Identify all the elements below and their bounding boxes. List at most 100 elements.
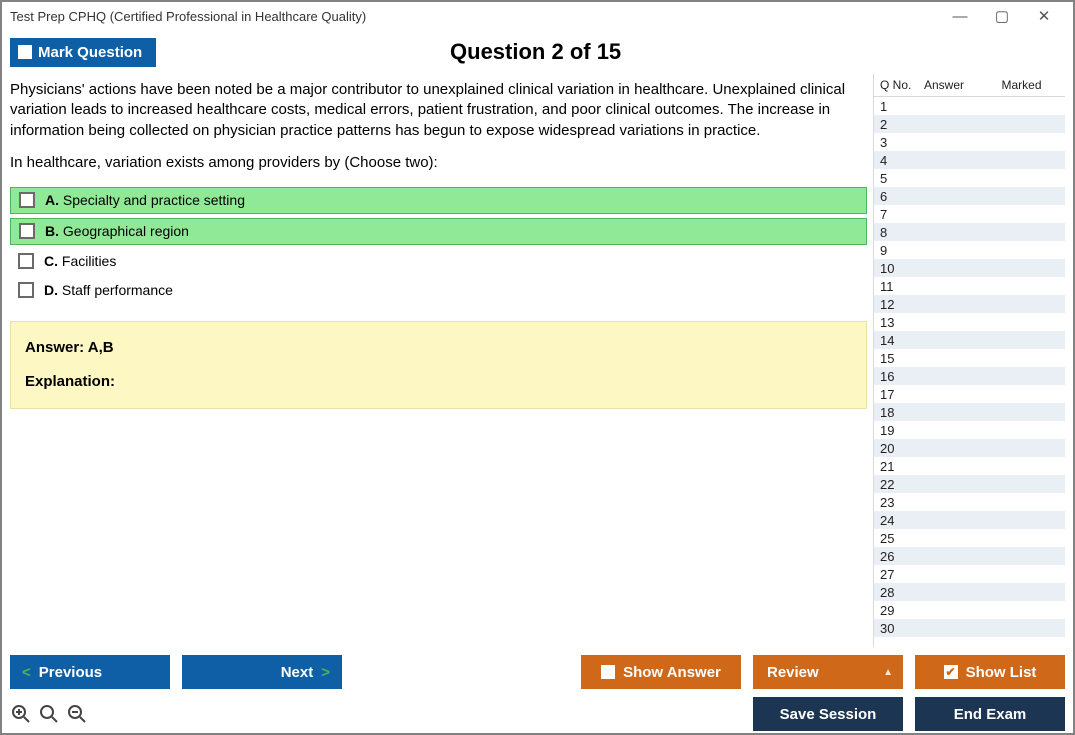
answer-option-label: A. Specialty and practice setting [45, 191, 245, 210]
question-list-row[interactable]: 13 [874, 313, 1065, 331]
mark-question-button[interactable]: Mark Question [10, 38, 156, 67]
question-list-row[interactable]: 17 [874, 385, 1065, 403]
question-list-row-number: 28 [880, 585, 924, 600]
question-list-row[interactable]: 4 [874, 151, 1065, 169]
question-prompt-paragraph-2: In healthcare, variation exists among pr… [10, 153, 867, 173]
question-list-body[interactable]: 1234567891011121314151617181920212223242… [874, 97, 1065, 647]
question-list-row-number: 1 [880, 99, 924, 114]
question-list-row[interactable]: 22 [874, 475, 1065, 493]
zoom-out-icon[interactable] [66, 703, 88, 725]
question-list-row[interactable]: 23 [874, 493, 1065, 511]
question-list-row[interactable]: 10 [874, 259, 1065, 277]
next-button[interactable]: Next > [182, 655, 342, 689]
show-answer-label: Show Answer [623, 664, 721, 681]
question-list-row-number: 23 [880, 495, 924, 510]
previous-label: Previous [39, 664, 102, 681]
question-list-row[interactable]: 5 [874, 169, 1065, 187]
answer-option[interactable]: B. Geographical region [10, 218, 867, 245]
question-list-row[interactable]: 1 [874, 97, 1065, 115]
question-list-row[interactable]: 30 [874, 619, 1065, 637]
question-list-row-number: 13 [880, 315, 924, 330]
chevron-right-icon: > [321, 664, 330, 681]
answer-option[interactable]: D. Staff performance [10, 278, 867, 303]
window-close-button[interactable]: ✕ [1023, 5, 1065, 27]
question-list-row[interactable]: 19 [874, 421, 1065, 439]
question-list-row-number: 27 [880, 567, 924, 582]
end-exam-label: End Exam [954, 706, 1027, 723]
zoom-reset-icon[interactable] [38, 703, 60, 725]
question-list-row[interactable]: 16 [874, 367, 1065, 385]
question-list-row-number: 8 [880, 225, 924, 240]
list-header-marked: Marked [984, 78, 1059, 92]
question-list-row-number: 30 [880, 621, 924, 636]
question-pane: Physicians' actions have been noted be a… [10, 74, 867, 647]
question-list-row-number: 17 [880, 387, 924, 402]
question-list-row[interactable]: 3 [874, 133, 1065, 151]
question-list-row-number: 7 [880, 207, 924, 222]
save-session-label: Save Session [780, 706, 877, 723]
question-list-row-number: 19 [880, 423, 924, 438]
question-list-row[interactable]: 20 [874, 439, 1065, 457]
show-answer-button[interactable]: Show Answer [581, 655, 741, 689]
question-list-row[interactable]: 24 [874, 511, 1065, 529]
question-list-row[interactable]: 12 [874, 295, 1065, 313]
question-list-row-number: 4 [880, 153, 924, 168]
question-list-row-number: 9 [880, 243, 924, 258]
question-list-row[interactable]: 7 [874, 205, 1065, 223]
answer-option[interactable]: A. Specialty and practice setting [10, 187, 867, 214]
question-list-row-number: 16 [880, 369, 924, 384]
mark-question-label: Mark Question [38, 44, 142, 61]
question-list-row-number: 6 [880, 189, 924, 204]
question-list-row[interactable]: 14 [874, 331, 1065, 349]
question-list-row-number: 15 [880, 351, 924, 366]
question-list-row-number: 22 [880, 477, 924, 492]
list-header-answer: Answer [924, 78, 984, 92]
answer-option-checkbox[interactable] [19, 192, 35, 208]
question-list-row[interactable]: 27 [874, 565, 1065, 583]
show-list-button[interactable]: Show List [915, 655, 1065, 689]
answer-option-checkbox[interactable] [18, 282, 34, 298]
end-exam-button[interactable]: End Exam [915, 697, 1065, 731]
window-maximize-button[interactable]: ▢ [981, 5, 1023, 27]
previous-button[interactable]: < Previous [10, 655, 170, 689]
show-list-checkbox-icon [944, 665, 958, 679]
mark-question-checkbox-icon [18, 45, 32, 59]
question-list-header: Q No. Answer Marked [874, 74, 1065, 97]
question-list-row[interactable]: 18 [874, 403, 1065, 421]
save-session-button[interactable]: Save Session [753, 697, 903, 731]
question-list-row-number: 21 [880, 459, 924, 474]
question-list-row[interactable]: 21 [874, 457, 1065, 475]
question-list-row[interactable]: 28 [874, 583, 1065, 601]
zoom-in-icon[interactable] [10, 703, 32, 725]
question-list-row-number: 14 [880, 333, 924, 348]
question-list-row[interactable]: 11 [874, 277, 1065, 295]
answer-option[interactable]: C. Facilities [10, 249, 867, 274]
question-list-row-number: 18 [880, 405, 924, 420]
answer-option-checkbox[interactable] [18, 253, 34, 269]
question-list-row-number: 11 [880, 279, 924, 294]
question-list-row[interactable]: 6 [874, 187, 1065, 205]
review-dropdown-button[interactable]: Review ▲ [753, 655, 903, 689]
answer-explanation-box: Answer: A,B Explanation: [10, 321, 867, 410]
question-list-row[interactable]: 2 [874, 115, 1065, 133]
next-label: Next [281, 664, 314, 681]
question-list-row[interactable]: 9 [874, 241, 1065, 259]
window-minimize-button[interactable]: — [939, 5, 981, 27]
question-list-row[interactable]: 25 [874, 529, 1065, 547]
explanation-label: Explanation: [25, 372, 852, 392]
question-list-row-number: 20 [880, 441, 924, 456]
question-list-row[interactable]: 8 [874, 223, 1065, 241]
chevron-left-icon: < [22, 664, 31, 681]
question-list-row[interactable]: 29 [874, 601, 1065, 619]
answer-option-checkbox[interactable] [19, 223, 35, 239]
titlebar: Test Prep CPHQ (Certified Professional i… [2, 2, 1073, 30]
question-list-row-number: 26 [880, 549, 924, 564]
show-answer-checkbox-icon [601, 665, 615, 679]
answer-option-label: D. Staff performance [44, 281, 173, 300]
question-counter-title: Question 2 of 15 [156, 39, 915, 65]
question-list-row-number: 12 [880, 297, 924, 312]
question-list-row[interactable]: 15 [874, 349, 1065, 367]
question-list-row[interactable]: 26 [874, 547, 1065, 565]
question-list-row-number: 2 [880, 117, 924, 132]
question-list-row-number: 25 [880, 531, 924, 546]
